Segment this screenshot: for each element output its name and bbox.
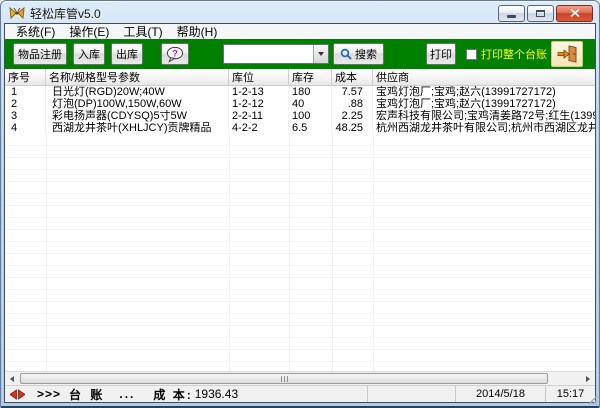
menu-help[interactable]: 帮助(H) <box>170 24 225 40</box>
window-controls <box>498 4 593 22</box>
header-name-spec[interactable]: 名称/规格型号参数 <box>46 69 229 85</box>
status-prefix: >>> <box>37 387 62 401</box>
app-icon <box>9 6 25 20</box>
search-button[interactable]: 搜索 <box>333 43 384 65</box>
cell-seq: 1 <box>5 86 46 98</box>
svg-text:?: ? <box>172 48 178 59</box>
cell-stock: 40 <box>289 98 332 110</box>
app-window: 轻松库管v5.0 系统(F) 操作(E) 工具(T) 帮助(H) 物品注册 入库… <box>0 0 600 408</box>
header-seq[interactable]: 序号 <box>5 69 46 85</box>
help-balloon-icon: ? <box>166 46 184 63</box>
cell-stock: 6.5 <box>289 122 332 134</box>
grid-line <box>229 134 230 371</box>
item-register-button[interactable]: 物品注册 <box>13 43 67 65</box>
cell-location: 1-2-12 <box>229 98 289 110</box>
table-header-row: 序号 名称/规格型号参数 库位 库存 成本 供应商 <box>5 69 595 86</box>
grid-line <box>373 134 374 371</box>
menu-tools[interactable]: 工具(T) <box>116 24 169 40</box>
cell-seq: 3 <box>5 110 46 122</box>
scrollbar-thumb[interactable] <box>20 373 548 384</box>
cell-cost: 48.25 <box>332 122 373 134</box>
cell-cost: .88 <box>332 98 373 110</box>
header-cost[interactable]: 成本 <box>332 69 373 85</box>
scroll-right-button[interactable] <box>581 372 595 385</box>
header-stock[interactable]: 库存 <box>289 69 332 85</box>
search-combobox-value[interactable] <box>224 45 313 63</box>
maximize-icon <box>536 9 545 17</box>
status-dots: ... <box>119 387 136 401</box>
cell-stock: 180 <box>289 86 332 98</box>
grid-line <box>46 134 47 371</box>
cell-seq: 2 <box>5 98 46 110</box>
table-row[interactable]: 2 灯泡(DP)100W,150W,60W 1-2-12 40 .88 宝鸡灯泡… <box>5 98 595 110</box>
minimize-icon <box>507 14 516 18</box>
minimize-button[interactable] <box>498 4 525 22</box>
header-supplier[interactable]: 供应商 <box>373 69 595 85</box>
table-empty-area <box>5 134 595 371</box>
combobox-dropdown-button[interactable] <box>313 45 328 63</box>
cell-location: 4-2-2 <box>229 122 289 134</box>
close-icon <box>569 9 580 17</box>
status-date: 2014/5/18 <box>455 386 545 402</box>
client-area: 系统(F) 操作(E) 工具(T) 帮助(H) 物品注册 入库 出库 ? 搜索 … <box>4 23 596 403</box>
status-cost-label: 成 本: <box>153 387 193 402</box>
grid-line <box>289 134 290 371</box>
exit-button[interactable] <box>551 41 583 67</box>
cell-name: 日光灯(RGD)20W;40W <box>46 86 229 98</box>
thumb-grip <box>280 375 282 382</box>
title-bar[interactable]: 轻松库管v5.0 <box>4 1 596 23</box>
menu-bar: 系统(F) 操作(E) 工具(T) 帮助(H) <box>5 24 595 39</box>
horizontal-scrollbar[interactable] <box>5 371 595 385</box>
cell-name: 西湖龙井茶叶(XHLJCY)贡牌精品 <box>46 122 229 134</box>
scroll-left-button[interactable] <box>5 372 19 385</box>
print-all-label: 打印整个台账 <box>481 49 547 61</box>
table-row[interactable]: 3 彩电扬声器(CDYSQ)5寸5W 2-2-11 100 2.25 宏声科技有… <box>5 110 595 122</box>
inventory-table: 序号 名称/规格型号参数 库位 库存 成本 供应商 1 日光灯(RGD)20W;… <box>5 69 595 371</box>
cell-location: 2-2-11 <box>229 110 289 122</box>
status-pane-main: >>> 台 账 ... 成 本: 1936.43 <box>5 386 367 402</box>
toolbar: 物品注册 入库 出库 ? 搜索 打印 打印整个台账 <box>5 39 595 69</box>
cell-location: 1-2-13 <box>229 86 289 98</box>
cell-seq: 4 <box>5 122 46 134</box>
search-button-label: 搜索 <box>355 49 377 61</box>
exit-door-icon <box>557 45 577 63</box>
search-icon <box>340 48 352 60</box>
arrow-left-icon <box>10 375 14 382</box>
double-arrow-icon <box>10 388 25 400</box>
arrow-right-icon <box>586 375 590 382</box>
cell-cost: 7.57 <box>332 86 373 98</box>
maximize-button[interactable] <box>527 4 554 22</box>
window-title: 轻松库管v5.0 <box>30 6 101 21</box>
status-bar: >>> 台 账 ... 成 本: 1936.43 2014/5/18 15:17 <box>5 385 595 402</box>
close-button[interactable] <box>556 4 593 22</box>
cell-stock: 100 <box>289 110 332 122</box>
help-button[interactable]: ? <box>161 43 189 65</box>
status-ledger-label: 台 账 <box>69 387 106 402</box>
table-row[interactable]: 1 日光灯(RGD)20W;40W 1-2-13 180 7.57 宝鸡灯泡厂;… <box>5 86 595 98</box>
cell-supplier: 宝鸡灯泡厂;宝鸡;赵六(13991727172) <box>376 98 556 110</box>
status-cost-value: 1936.43 <box>194 387 239 401</box>
print-all-checkbox[interactable] <box>466 48 477 60</box>
cell-name: 灯泡(DP)100W,150W,60W <box>46 98 229 110</box>
status-pane-empty <box>367 386 455 402</box>
resize-grip[interactable] <box>586 393 598 405</box>
search-combobox[interactable] <box>223 44 329 64</box>
stock-out-button[interactable]: 出库 <box>111 43 143 65</box>
cell-supplier: 宏声科技有限公司;宝鸡清姜路72号;红生(13991727172) <box>376 110 595 122</box>
cell-supplier: 杭州西湖龙井茶叶有限公司;杭州市西湖区龙井路108号 <box>376 122 595 134</box>
menu-system[interactable]: 系统(F) <box>9 24 62 40</box>
cell-cost: 2.25 <box>332 110 373 122</box>
grid-line <box>332 134 333 371</box>
thumb-grip <box>283 375 285 382</box>
print-button[interactable]: 打印 <box>426 43 456 65</box>
header-location[interactable]: 库位 <box>229 69 289 85</box>
thumb-grip <box>286 375 288 382</box>
cell-name: 彩电扬声器(CDYSQ)5寸5W <box>46 110 229 122</box>
table-row[interactable]: 4 西湖龙井茶叶(XHLJCY)贡牌精品 4-2-2 6.5 48.25 杭州西… <box>5 122 595 134</box>
menu-operate[interactable]: 操作(E) <box>62 24 116 40</box>
chevron-down-icon <box>318 52 324 56</box>
cell-supplier: 宝鸡灯泡厂;宝鸡;赵六(13991727172) <box>376 86 556 98</box>
stock-in-button[interactable]: 入库 <box>73 43 105 65</box>
